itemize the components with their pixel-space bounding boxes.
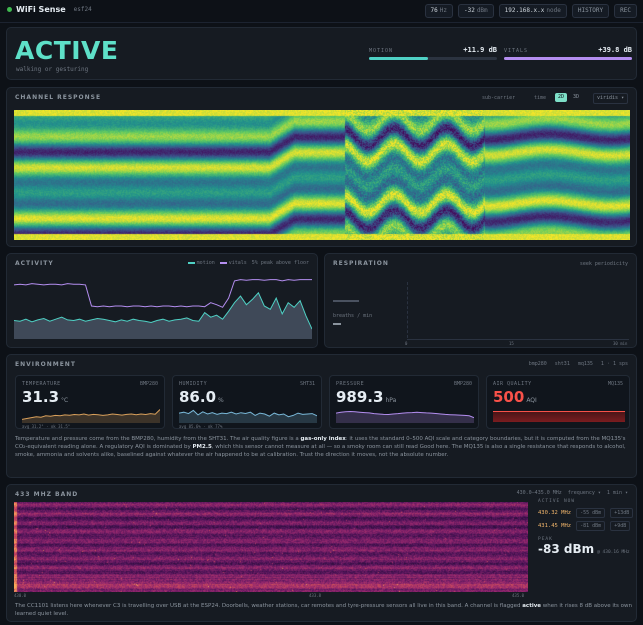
activity-area <box>14 292 312 339</box>
air-quality-level-bar <box>493 411 625 422</box>
rate-pill: 76 Hz <box>424 4 453 18</box>
rec-button[interactable]: REC <box>614 4 637 18</box>
active-signals: ACTIVE NOW 430.32 MHz -55 dBm +13dB 431.… <box>538 499 640 556</box>
signal-row[interactable]: 430.32 MHz -55 dBm +13dB <box>538 508 640 518</box>
active-now-label: ACTIVE NOW <box>538 499 576 504</box>
ip-pill: 192.168.x.x node <box>498 4 567 18</box>
state-description: walking or gesturing <box>16 66 89 73</box>
environment-panel: ENVIRONMENT bmp280 sht31 mq135 1 · 1 sps… <box>6 354 637 478</box>
rssi-pill: -32 dBm <box>457 4 494 18</box>
app-title: WiFi Sense <box>16 5 66 14</box>
environment-note: Temperature and pressure come from the B… <box>15 436 626 458</box>
respiration-axis <box>407 282 409 338</box>
band-time-select[interactable]: 1 min ▾ <box>607 490 628 496</box>
signal-row[interactable]: 431.45 MHz -81 dBm +9dB <box>538 521 640 531</box>
vitals-value: +39.8 dB <box>598 46 632 54</box>
channel-heatmap <box>14 110 630 240</box>
respiration-indicator <box>333 323 341 325</box>
respiration-bar <box>333 300 359 302</box>
respiration-baseline <box>407 339 629 340</box>
band-title: 433 MHZ BAND <box>15 491 79 498</box>
band-range: 430.0–435.0 MHz <box>516 490 562 496</box>
pressure-sparkline <box>336 410 474 423</box>
time-label: time <box>534 95 547 101</box>
sensor-tabs: bmp280 sht31 mq135 1 · 1 sps <box>529 361 628 367</box>
activity-state: ACTIVE <box>15 36 119 65</box>
respiration-metric-label: breaths / min <box>333 313 373 319</box>
activity-panel: ACTIVITY motion vitals 5% peak above flo… <box>6 253 318 348</box>
sparkline-area <box>179 410 317 423</box>
band-panel: 433 MHZ BAND 430.0–435.0 MHz frequency ▾… <box>6 484 637 622</box>
humidity-value: 86.0% <box>179 388 224 406</box>
version-label: esf24 <box>73 6 92 13</box>
pressure-value: 989.3 hPa <box>336 388 397 406</box>
activity-title: ACTIVITY <box>15 260 54 267</box>
channel-response-panel: CHANNEL RESPONSE sub-carrier time 2D 3D … <box>6 87 637 247</box>
colormap-select[interactable]: viridis ▾ <box>593 93 629 104</box>
humidity-card: HUMIDITY SHT31 86.0% avg 85.6% · ok 77% <box>172 375 322 429</box>
state-panel: ACTIVE walking or gesturing MOTION +11.9… <box>6 27 637 80</box>
tab-mq135[interactable]: mq135 <box>578 361 593 367</box>
band-note: The CC1101 listens here whenever C3 is t… <box>15 603 632 617</box>
legend-motion: motion <box>187 260 215 266</box>
channel-title: CHANNEL RESPONSE <box>15 94 102 101</box>
activity-chart <box>14 279 312 339</box>
temperature-value: 31.3 °C <box>22 388 69 406</box>
top-stats: 76 Hz -32 dBm 192.168.x.x node HISTORY REC <box>424 4 637 18</box>
respiration-tick-0: 0 <box>405 341 408 346</box>
motion-value: +11.9 dB <box>463 46 497 54</box>
subcarrier-label: sub-carrier <box>482 95 516 101</box>
tab-sht31[interactable]: sht31 <box>555 361 570 367</box>
band-axis-start: 430.0 <box>14 593 27 598</box>
brand: WiFi Sense esf24 <box>7 5 92 14</box>
humidity-sparkline <box>179 409 317 423</box>
vitals-line <box>14 279 312 308</box>
respiration-status: seek periodicity <box>579 261 628 267</box>
pressure-card: PRESSURE BMP280 989.3 hPa <box>329 375 479 429</box>
mode-2d-button[interactable]: 2D <box>555 93 568 102</box>
activity-legend: motion vitals 5% peak above floor <box>187 260 309 266</box>
respiration-panel: RESPIRATION seek periodicity breaths / m… <box>324 253 637 348</box>
legend-note: 5% peak above floor <box>251 260 309 266</box>
vitals-bar <box>504 57 632 60</box>
respiration-tick-15: 15 <box>509 341 514 346</box>
air-quality-value: 500 AQI <box>493 388 537 406</box>
motion-bar <box>369 57 428 60</box>
sample-rate: 1 · 1 sps <box>600 361 628 367</box>
band-waterfall <box>14 502 528 592</box>
top-bar: WiFi Sense esf24 76 Hz -32 dBm 192.168.x.x… <box>0 0 643 23</box>
respiration-tick-30: 30 min <box>613 341 628 346</box>
mode-3d-button[interactable]: 3D <box>570 93 582 102</box>
band-axis-end: 435.0 <box>512 593 525 598</box>
peak-readout: -83 dBm @ 430.16 MHz <box>538 542 630 556</box>
legend-vitals: vitals <box>219 260 247 266</box>
respiration-title: RESPIRATION <box>333 260 389 267</box>
temperature-sparkline <box>22 409 160 423</box>
band-controls: 430.0–435.0 MHz frequency ▾ 1 min ▾ <box>517 490 628 496</box>
tab-bmp280[interactable]: bmp280 <box>529 361 547 367</box>
environment-title: ENVIRONMENT <box>15 361 76 368</box>
status-dot <box>7 7 12 12</box>
history-button[interactable]: HISTORY <box>571 4 610 18</box>
band-axis-mid: 433.8 <box>309 593 322 598</box>
temperature-card: TEMPERATURE BMP280 31.3 °C avg 31.2° · ok… <box>15 375 165 429</box>
band-mode-select[interactable]: frequency ▾ <box>568 490 601 496</box>
air-quality-card: AIR QUALITY MQ135 500 AQI <box>486 375 630 429</box>
